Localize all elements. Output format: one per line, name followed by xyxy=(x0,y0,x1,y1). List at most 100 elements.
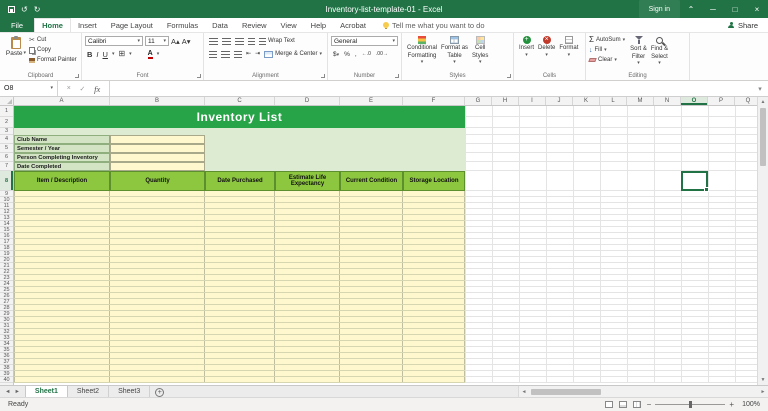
cell-D19[interactable] xyxy=(275,251,340,256)
cell-F27[interactable] xyxy=(403,299,465,304)
cell-B29[interactable] xyxy=(110,311,205,316)
zoom-in-icon[interactable]: + xyxy=(729,400,734,409)
cell-F14[interactable] xyxy=(403,221,465,226)
cell-D21[interactable] xyxy=(275,263,340,268)
align-middle-icon[interactable] xyxy=(222,38,231,45)
cell-C27[interactable] xyxy=(205,299,275,304)
cell-A14[interactable] xyxy=(14,221,110,226)
cell-D10[interactable] xyxy=(275,197,340,202)
cell-C15[interactable] xyxy=(205,227,275,232)
clipboard-dialog-launcher-icon[interactable] xyxy=(75,74,79,78)
sheet-title-banner[interactable]: Inventory List xyxy=(14,106,465,128)
cell-B14[interactable] xyxy=(110,221,205,226)
cell-B36[interactable] xyxy=(110,353,205,358)
cell-C13[interactable] xyxy=(205,215,275,220)
cell-C19[interactable] xyxy=(205,251,275,256)
cell-D36[interactable] xyxy=(275,353,340,358)
tab-acrobat[interactable]: Acrobat xyxy=(333,18,373,32)
cell-D38[interactable] xyxy=(275,365,340,370)
cell-E35[interactable] xyxy=(340,347,403,352)
cell-D15[interactable] xyxy=(275,227,340,232)
cell-F15[interactable] xyxy=(403,227,465,232)
sign-in-button[interactable]: Sign in xyxy=(639,0,680,18)
cell-F40[interactable] xyxy=(403,377,465,382)
cut-button[interactable]: ✂Cut xyxy=(29,35,77,45)
scroll-up-icon[interactable]: ▲ xyxy=(758,97,768,107)
close-icon[interactable]: × xyxy=(746,0,768,18)
tab-data[interactable]: Data xyxy=(205,18,235,32)
cell-A18[interactable] xyxy=(14,245,110,250)
info-input-1[interactable] xyxy=(110,135,205,144)
cell-D17[interactable] xyxy=(275,239,340,244)
cell-E33[interactable] xyxy=(340,335,403,340)
cell-E31[interactable] xyxy=(340,323,403,328)
cell-C17[interactable] xyxy=(205,239,275,244)
column-header-J[interactable]: J xyxy=(546,97,573,105)
cell-D20[interactable] xyxy=(275,257,340,262)
tab-home[interactable]: Home xyxy=(34,18,71,32)
tab-view[interactable]: View xyxy=(274,18,304,32)
paste-button[interactable]: Paste▾ xyxy=(3,35,29,70)
format-painter-button[interactable]: Format Painter xyxy=(29,55,77,65)
cell-D13[interactable] xyxy=(275,215,340,220)
orientation-icon[interactable] xyxy=(248,38,255,45)
cell-E34[interactable] xyxy=(340,341,403,346)
chevron-down-icon[interactable]: ▾ xyxy=(112,52,115,57)
cell-A38[interactable] xyxy=(14,365,110,370)
borders-icon[interactable]: ⊞ xyxy=(118,50,125,58)
cell-E32[interactable] xyxy=(340,329,403,334)
cell-D29[interactable] xyxy=(275,311,340,316)
redo-icon[interactable]: ↻ xyxy=(34,5,41,14)
cell-E19[interactable] xyxy=(340,251,403,256)
cell-C40[interactable] xyxy=(205,377,275,382)
cell-D32[interactable] xyxy=(275,329,340,334)
cell-C37[interactable] xyxy=(205,359,275,364)
cell-D35[interactable] xyxy=(275,347,340,352)
cell-D33[interactable] xyxy=(275,335,340,340)
insert-function-icon[interactable]: fx xyxy=(94,84,100,94)
column-header-C[interactable]: C xyxy=(205,97,275,105)
cell-E30[interactable] xyxy=(340,317,403,322)
cell-D40[interactable] xyxy=(275,377,340,382)
cell-E26[interactable] xyxy=(340,293,403,298)
column-header-F[interactable]: F xyxy=(403,97,465,105)
cell-D39[interactable] xyxy=(275,371,340,376)
info-label-2[interactable]: Semester / Year xyxy=(14,144,110,153)
horizontal-scrollbar[interactable]: ◄ ► xyxy=(518,386,768,397)
cell-B17[interactable] xyxy=(110,239,205,244)
cell-D11[interactable] xyxy=(275,203,340,208)
cell-F17[interactable] xyxy=(403,239,465,244)
cell-C9[interactable] xyxy=(205,191,275,196)
cell-F10[interactable] xyxy=(403,197,465,202)
merge-center-button[interactable]: Merge & Center ▾ xyxy=(264,51,322,58)
cell-D24[interactable] xyxy=(275,281,340,286)
fill-button[interactable]: ↓Fill▾ xyxy=(589,45,625,55)
cell-C33[interactable] xyxy=(205,335,275,340)
cell-E18[interactable] xyxy=(340,245,403,250)
cell-B33[interactable] xyxy=(110,335,205,340)
cell-C29[interactable] xyxy=(205,311,275,316)
cell-B19[interactable] xyxy=(110,251,205,256)
cell-A33[interactable] xyxy=(14,335,110,340)
cell-C36[interactable] xyxy=(205,353,275,358)
align-left-icon[interactable] xyxy=(209,51,217,58)
cell-C14[interactable] xyxy=(205,221,275,226)
cell-B32[interactable] xyxy=(110,329,205,334)
cell-B38[interactable] xyxy=(110,365,205,370)
cell-B18[interactable] xyxy=(110,245,205,250)
align-bottom-icon[interactable] xyxy=(235,38,244,45)
column-header-M[interactable]: M xyxy=(627,97,654,105)
column-header-A[interactable]: A xyxy=(14,97,110,105)
row-header-3[interactable]: 3 xyxy=(0,128,13,135)
font-size-select[interactable]: 11▾ xyxy=(145,36,169,46)
cell-F20[interactable] xyxy=(403,257,465,262)
row-header-8[interactable]: 8 xyxy=(0,171,13,191)
cell-D26[interactable] xyxy=(275,293,340,298)
italic-button[interactable]: I xyxy=(96,50,98,59)
cell-E14[interactable] xyxy=(340,221,403,226)
cell-A23[interactable] xyxy=(14,275,110,280)
cell-A29[interactable] xyxy=(14,311,110,316)
font-color-icon[interactable]: A xyxy=(148,50,153,59)
column-header-D[interactable]: D xyxy=(275,97,340,105)
cell-B34[interactable] xyxy=(110,341,205,346)
